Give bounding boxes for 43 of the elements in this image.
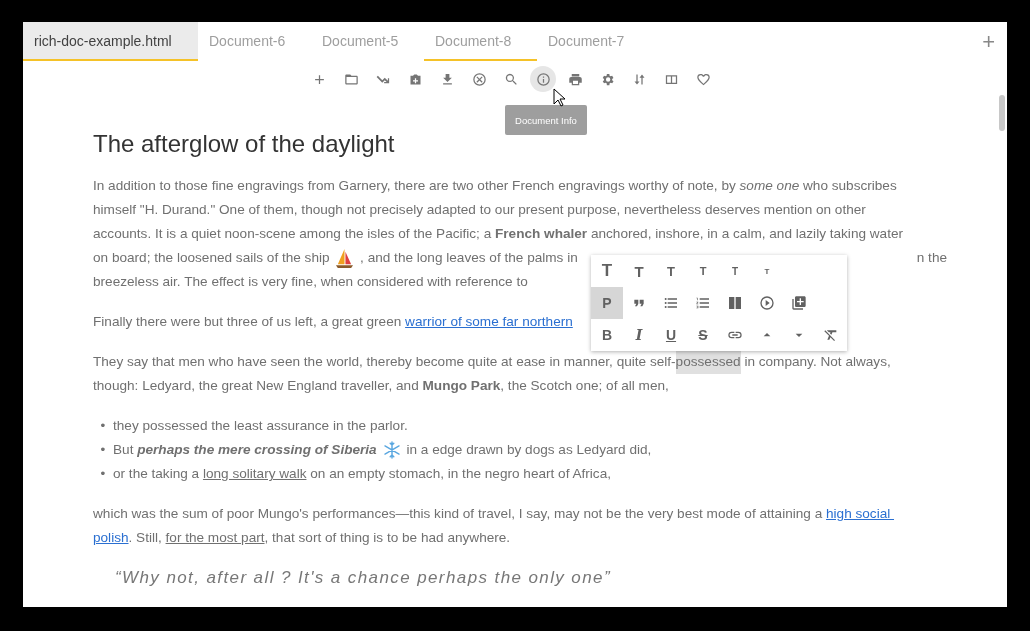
scrollbar-thumb[interactable] [999,95,1005,131]
mouse-cursor-icon [553,88,565,107]
letter-button[interactable]: P [591,287,623,319]
print-icon [567,71,583,87]
add-box-icon [791,295,807,311]
bullet-list-item: or the taking a long solitary walk on an empty stomach, in the negro heart of Africa, [113,465,611,483]
play-icon [759,295,775,311]
heart-icon [695,71,711,87]
text-line: n the [916,249,947,267]
sailboat-icon [335,247,355,269]
text-line: himself "H. Durand." One of them, though not precisely adapted to our present purpose, nevertheless deserves mention on other [93,201,866,219]
text-line: on board; the loosened sails of the ship , and the long leaves of the palms in [93,246,578,270]
link[interactable]: high social [826,502,894,526]
info-icon [535,71,551,87]
clear-format-icon [823,327,839,343]
bullet: • [99,465,107,483]
document-title: The afterglow of the daylight [93,130,396,158]
bullet: • [99,417,107,435]
snowflake-icon [382,441,401,459]
text-line: polish. Still, for the most part, that sort of thing is to be had anywhere. [93,526,511,550]
search-icon [503,71,519,87]
text-line: which was the sum of poor Mungo's performances—this kind of travel, I say, may not be the very best mode of attaining a high social [93,502,894,526]
new-tab-button[interactable]: + [970,22,1007,61]
heading-button[interactable]: T [591,255,623,287]
tab[interactable]: rich-doc-example.html [23,22,198,61]
bullet-list-icon [663,295,679,311]
info-button[interactable] [530,66,556,92]
text-line: accounts. It is a quiet noon-scene among the isles of the Pacific; a French whaler anchored, inshore, in a calm, and lazily taking water [93,225,903,243]
tooltip: Document Info [505,105,587,135]
bullet-list-item: they possessed the least assurance in the parlor. [113,417,408,435]
text-line: They say that men who have seen the world, thereby become quite at ease in manner, quite self-possessed in company. Not always, [93,350,891,374]
text-line: though: Ledyard, the great New England traveller, and Mungo Park, the Scotch one; of all men, [93,377,669,395]
numbered-list-icon [695,295,711,311]
quote: “Why not, after all ? It's a chance perhaps the only one” [115,567,611,589]
bold-button[interactable]: B [591,319,623,351]
cancel-icon [471,71,487,87]
text-line: In addition to those fine engravings from Garnery, there are two other French engravings worthy of note, by some one who subscribes [93,177,897,195]
bullet-list-item: But perhaps the mere crossing of Siberia in a edge drawn by dogs as Ledyard did, [113,440,652,461]
text-line: Finally there were but three of us left, a great green warrior of some far northern [93,310,573,334]
link[interactable]: warrior of some far northern [405,310,573,334]
link[interactable]: polish [93,526,129,550]
text-line: breezeless air. The effect is very fine, when considered with reference to [93,273,528,291]
bullet: • [99,441,107,459]
